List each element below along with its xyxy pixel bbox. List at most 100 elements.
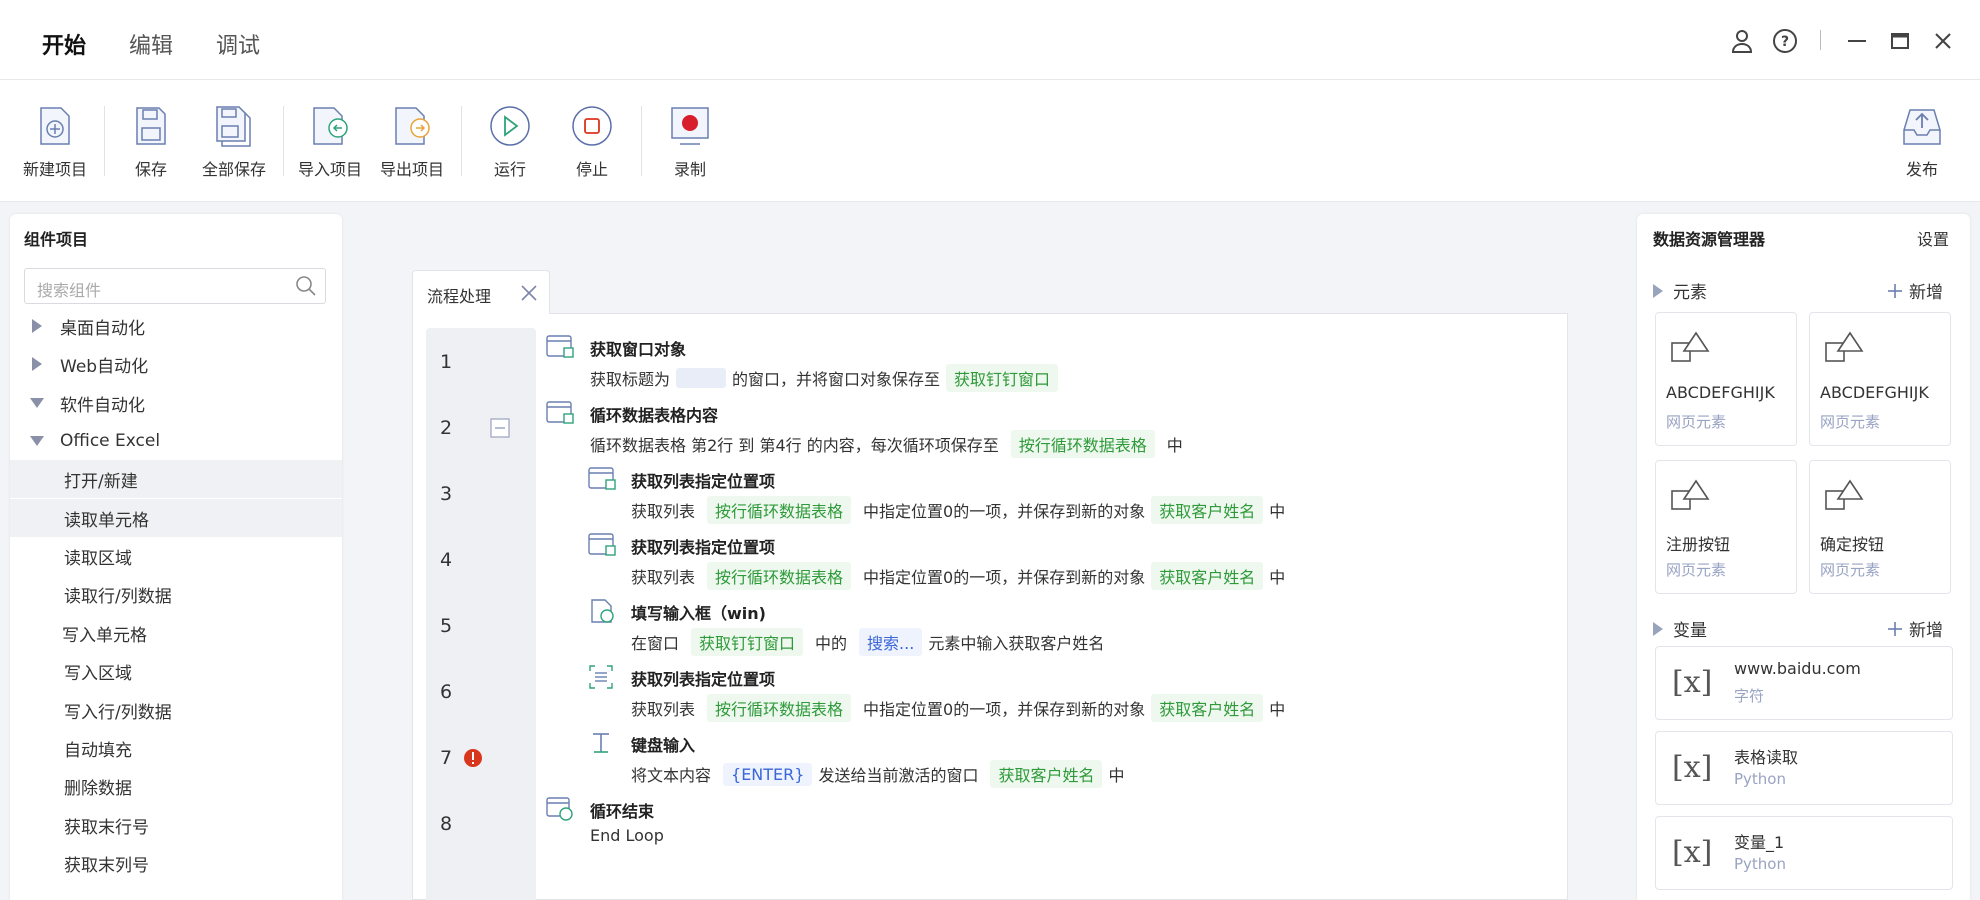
stop-button[interactable]: 停止 [552, 102, 632, 180]
variable-card[interactable]: [x] www.baidu.com 字符 [1655, 646, 1953, 720]
variable-tag[interactable]: 按行循环数据表格 [707, 562, 852, 590]
step-text: 的窗口，并将窗口对象保存至 [732, 370, 941, 389]
step-title[interactable]: 循环结束 [590, 798, 654, 822]
tree-item-label: 自动填充 [64, 740, 132, 761]
step-text: 中 [1108, 766, 1125, 785]
element-card[interactable]: 注册按钮 网页元素 [1655, 460, 1797, 594]
component-search-input[interactable]: 搜索组件 [24, 268, 326, 304]
element-card[interactable]: ABCDEFGHIJK 网页元素 [1809, 312, 1951, 446]
title-bar [0, 0, 1980, 80]
elements-section-header[interactable]: 元素 [1653, 278, 1707, 303]
tab-flow-processing[interactable]: 流程处理 [412, 270, 550, 314]
plus-icon [1888, 283, 1902, 298]
element-tag[interactable]: 搜索... [859, 628, 923, 656]
variable-card[interactable]: [x] 变量_1 Python [1655, 816, 1953, 890]
variable-tag[interactable]: 按行循环数据表格 [707, 694, 852, 722]
user-icon[interactable] [1727, 26, 1757, 56]
tree-item-label: 删除数据 [64, 778, 132, 799]
save-button[interactable]: 保存 [111, 102, 191, 180]
save-all-button[interactable]: 全部保存 [194, 102, 274, 180]
step-text: 发送给当前激活的窗口 [818, 766, 979, 785]
step-title[interactable]: 获取窗口对象 [590, 336, 686, 360]
variable-tag[interactable]: 获取钉钉窗口 [946, 364, 1059, 392]
variable-tag[interactable]: 按行循环数据表格 [707, 496, 852, 524]
settings-link[interactable]: 设置 [1917, 226, 1949, 250]
variable-card[interactable]: [x] 表格读取 Python [1655, 731, 1953, 805]
new-project-button[interactable]: 新建项目 [15, 102, 95, 180]
add-variable-button[interactable]: 新增 [1887, 616, 1943, 641]
tree-item-read-row-col[interactable]: 读取行/列数据 [10, 575, 342, 613]
export-project-label: 导出项目 [379, 160, 444, 179]
variable-tag[interactable]: 获取客户姓名 [990, 760, 1103, 788]
close-icon[interactable] [1928, 26, 1958, 56]
input-box-icon [591, 599, 614, 623]
maximize-icon[interactable] [1885, 26, 1915, 56]
variable-tag[interactable]: 获取钉钉窗口 [691, 628, 804, 656]
run-button[interactable]: 运行 [470, 102, 550, 180]
tree-item-label: 打开/新建 [64, 471, 138, 492]
element-type: 网页元素 [1820, 561, 1881, 579]
step-description: 获取标题为 的窗口，并将窗口对象保存至 获取钉钉窗口 [590, 364, 1059, 392]
tree-item-write-cell[interactable]: 写入单元格 [10, 614, 342, 652]
line-number: 2 [440, 417, 453, 439]
collapse-icon[interactable] [490, 418, 510, 438]
tree-item-write-row-col[interactable]: 写入行/列数据 [10, 691, 342, 729]
variable-tag[interactable]: 按行循环数据表格 [1010, 430, 1155, 458]
minimize-icon[interactable] [1842, 26, 1872, 56]
publish-icon [1898, 102, 1946, 150]
help-icon[interactable]: ? [1770, 26, 1800, 56]
line-number: 1 [440, 351, 453, 373]
variable-tag[interactable]: 获取客户姓名 [1151, 562, 1264, 590]
tree-item-read-cell[interactable]: 读取单元格 [10, 499, 342, 537]
caret-down-icon [30, 436, 44, 446]
tab-start[interactable]: 开始 [42, 28, 86, 60]
toolbar-separator [461, 106, 462, 176]
element-name: 确定按钮 [1820, 535, 1885, 554]
step-title[interactable]: 获取列表指定位置项 [631, 666, 775, 690]
element-card[interactable]: 确定按钮 网页元素 [1809, 460, 1951, 594]
tab-edit[interactable]: 编辑 [129, 28, 173, 60]
step-title[interactable]: 键盘输入 [631, 732, 695, 756]
close-tab-icon[interactable] [519, 283, 539, 303]
element-name: ABCDEFGHIJK [1820, 383, 1929, 402]
record-button[interactable]: 录制 [650, 102, 730, 180]
list-scan-icon [589, 665, 613, 689]
tree-item-read-range[interactable]: 读取区域 [10, 537, 342, 575]
tree-item-delete-data[interactable]: 删除数据 [10, 767, 342, 805]
error-icon[interactable] [463, 748, 483, 768]
text-tag[interactable]: {ENTER} [723, 762, 813, 786]
tree-item-write-range[interactable]: 写入区域 [10, 652, 342, 690]
variable-name: 变量_1 [1734, 833, 1785, 852]
tab-debug[interactable]: 调试 [216, 28, 260, 60]
line-number: 6 [440, 681, 453, 703]
element-name: 注册按钮 [1666, 535, 1731, 554]
step-title[interactable]: 循环数据表格内容 [590, 402, 718, 426]
step-title[interactable]: 填写输入框（win) [631, 600, 766, 624]
element-type: 网页元素 [1666, 561, 1727, 579]
tree-item-autofill[interactable]: 自动填充 [10, 729, 342, 767]
tree-item-open-new[interactable]: 打开/新建 [10, 460, 342, 498]
import-project-button[interactable]: 导入项目 [290, 102, 370, 180]
step-text: 中指定位置0的一项，并保存到新的对象 [863, 568, 1146, 587]
step-title[interactable]: 获取列表指定位置项 [631, 468, 775, 492]
export-project-button[interactable]: 导出项目 [372, 102, 452, 180]
search-icon[interactable] [295, 275, 317, 297]
window-title-placeholder[interactable] [676, 368, 727, 388]
tree-item-office-excel[interactable]: Office Excel [10, 422, 342, 460]
publish-button[interactable]: 发布 [1882, 102, 1962, 180]
table-loop-icon [546, 401, 574, 424]
save-all-icon [210, 102, 258, 150]
tree-item-software-automation[interactable]: 软件自动化 [10, 384, 342, 422]
variable-tag[interactable]: 获取客户姓名 [1151, 496, 1264, 524]
element-card[interactable]: ABCDEFGHIJK 网页元素 [1655, 312, 1797, 446]
tree-item-get-last-row[interactable]: 获取末行号 [10, 806, 342, 844]
add-label: 新增 [1909, 283, 1943, 303]
add-element-button[interactable]: 新增 [1887, 278, 1943, 303]
tree-item-desktop-automation[interactable]: 桌面自动化 [10, 307, 342, 345]
tree-item-web-automation[interactable]: Web自动化 [10, 345, 342, 383]
variable-name: 表格读取 [1734, 748, 1799, 767]
tree-item-get-last-col[interactable]: 获取末列号 [10, 844, 342, 882]
variable-tag[interactable]: 获取客户姓名 [1151, 694, 1264, 722]
step-title[interactable]: 获取列表指定位置项 [631, 534, 775, 558]
variables-section-header[interactable]: 变量 [1653, 616, 1707, 641]
